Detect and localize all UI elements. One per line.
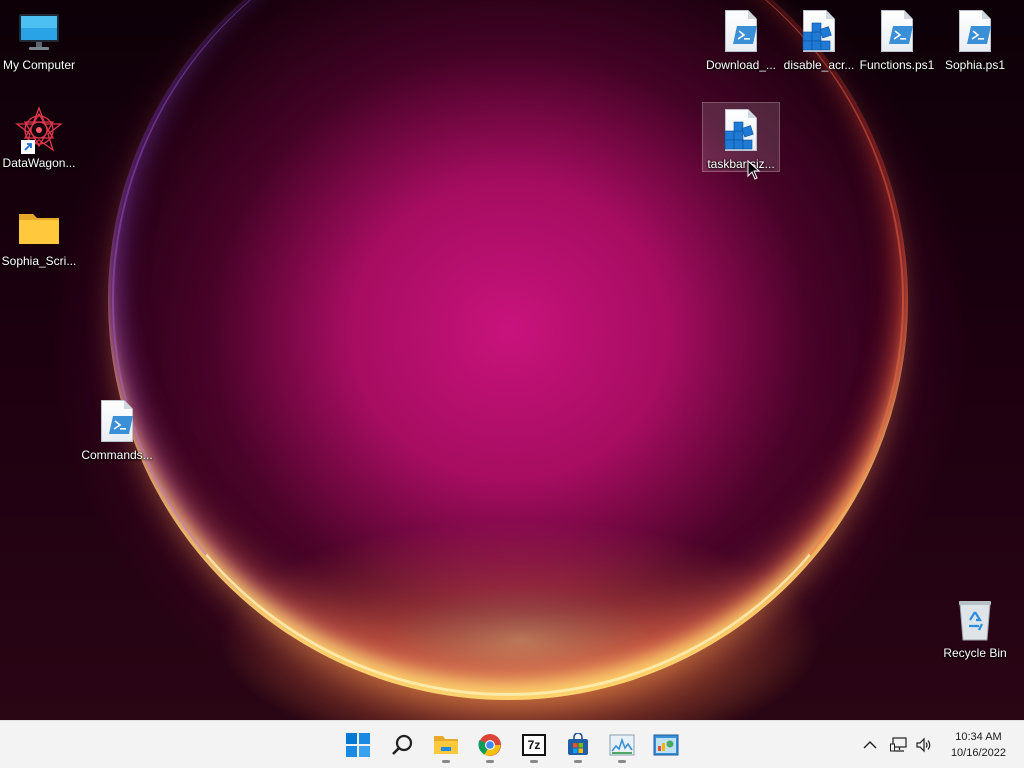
clock-time: 10:34 AM (955, 731, 1002, 743)
microsoft-store-icon (568, 733, 588, 755)
desktop[interactable]: My Computer DataWagon... Sophia_Scri... … (0, 0, 1024, 720)
desktop-icon-label: My Computer (2, 58, 76, 72)
monitor-icon (15, 8, 63, 56)
desktop-icon-my-computer[interactable]: My Computer (0, 4, 78, 72)
desktop-icon-sophia-scripts-folder[interactable]: Sophia_Scri... (0, 200, 78, 268)
taskbar-control-panel-button[interactable] (646, 725, 686, 765)
powershell-script-icon (93, 398, 141, 446)
chevron-up-icon (863, 741, 877, 749)
desktop-icon-label: Download_... (705, 58, 777, 72)
taskbar-7zip-button[interactable]: 7z (514, 725, 554, 765)
desktop-icon-sophia-ps1[interactable]: Sophia.ps1 (936, 4, 1014, 72)
start-icon (346, 733, 370, 757)
running-indicator (486, 760, 494, 763)
network-status-button[interactable] (886, 721, 912, 769)
shortcut-arrow-icon (21, 140, 35, 154)
network-ethernet-icon (890, 737, 907, 752)
desktop-icon-disable-acr-reg[interactable]: disable_acr... (780, 4, 858, 72)
desktop-icon-label: Recycle Bin (943, 646, 1007, 660)
volume-button[interactable] (912, 721, 936, 769)
desktop-icon-taskbar-size-reg[interactable]: taskbar siz... (702, 102, 780, 172)
powershell-script-icon (717, 8, 765, 56)
taskbar-search-button[interactable] (382, 725, 422, 765)
chrome-icon (478, 734, 501, 756)
taskbar-microsoft-store-button[interactable] (558, 725, 598, 765)
powershell-script-icon (873, 8, 921, 56)
running-indicator (574, 760, 582, 763)
powershell-script-icon (951, 8, 999, 56)
desktop-icon-label: disable_acr... (783, 58, 855, 72)
wallpaper (0, 0, 1024, 720)
wallpaper-ring-edge (112, 0, 904, 696)
desktop-icon-label: Commands... (81, 448, 153, 462)
control-panel-icon (653, 734, 679, 756)
search-icon (392, 734, 413, 755)
7zip-icon: 7z (522, 734, 546, 756)
desktop-icon-download-script[interactable]: Download_... (702, 4, 780, 72)
desktop-icon-label: taskbar siz... (707, 157, 775, 171)
desktop-icon-label: Sophia_Scri... (1, 254, 77, 268)
taskbar-file-explorer-button[interactable] (426, 725, 466, 765)
taskbar-clock[interactable]: 10:34 AM 10/16/2022 (951, 729, 1006, 761)
speaker-icon (916, 737, 931, 753)
resource-monitor-icon (609, 734, 635, 756)
desktop-icon-recycle-bin[interactable]: Recycle Bin (936, 592, 1014, 660)
desktop-icon-commands[interactable]: Commands... (78, 394, 156, 462)
running-indicator (618, 760, 626, 763)
taskbar-chrome-button[interactable] (470, 725, 510, 765)
running-indicator (530, 760, 538, 763)
taskbar-resource-monitor-button[interactable] (602, 725, 642, 765)
folder-icon (15, 204, 63, 252)
clock-date: 10/16/2022 (950, 747, 1006, 759)
file-explorer-icon (434, 736, 458, 754)
show-hidden-icons-button[interactable] (858, 721, 882, 769)
taskbar-start-button[interactable] (338, 725, 378, 765)
registry-file-icon (717, 107, 765, 155)
taskbar: 7z 10:34 AM 10/16/2022 (0, 720, 1024, 768)
desktop-icon-functions-ps1[interactable]: Functions.ps1 (858, 4, 936, 72)
desktop-icon-label: DataWagon... (2, 156, 76, 170)
recycle-bin-icon (951, 596, 999, 644)
7zip-icon-label: 7z (527, 738, 541, 752)
registry-file-icon (795, 8, 843, 56)
desktop-icon-datawagon[interactable]: DataWagon... (0, 102, 78, 170)
datawagon-app-icon (15, 106, 63, 154)
running-indicator (442, 760, 450, 763)
mouse-cursor-icon (747, 160, 761, 180)
desktop-icon-label: Functions.ps1 (859, 58, 935, 72)
desktop-icon-label: Sophia.ps1 (944, 58, 1006, 72)
